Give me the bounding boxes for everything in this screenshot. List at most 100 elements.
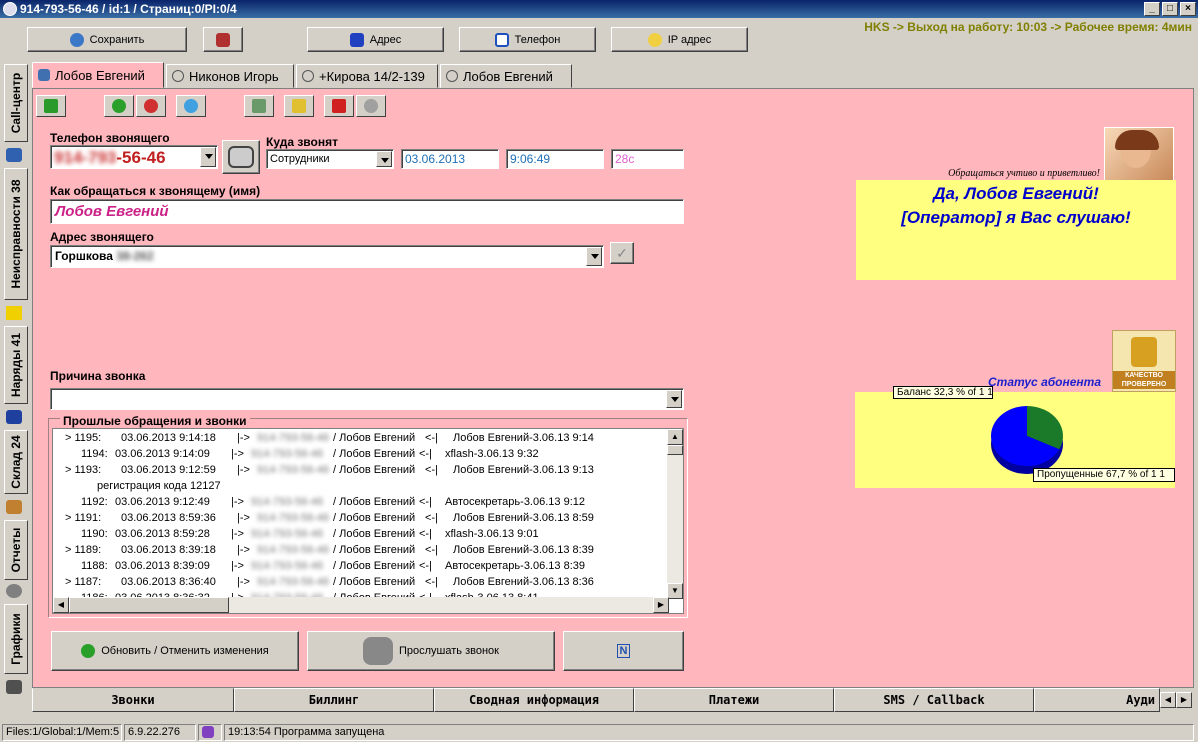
chevron-down-icon[interactable] — [200, 147, 216, 167]
greeting-line2: [Оператор] я Вас слушаю! — [901, 208, 1131, 227]
status-icon — [202, 726, 214, 738]
history-row[interactable]: > 1191: 03.06.2013 8:59:36 |-> 914-793-56-4… — [53, 511, 671, 527]
minimize-button[interactable]: _ — [1144, 2, 1160, 16]
scroll-down-icon[interactable]: ▼ — [667, 583, 683, 599]
history-end: <-| — [419, 528, 432, 540]
scroll-right-icon[interactable]: ▶ — [653, 597, 669, 613]
up-button[interactable] — [324, 95, 354, 117]
comment-button[interactable] — [176, 95, 206, 117]
lightbulb-icon — [647, 32, 662, 47]
history-arrow: |-> — [231, 496, 244, 508]
scroll-thumb[interactable] — [667, 445, 683, 455]
history-arrow: |-> — [237, 544, 250, 556]
confirm-address-button[interactable]: ✓ — [610, 242, 634, 264]
history-row[interactable]: 1194: 03.06.2013 9:14:09 |-> 914-793-56-46 /… — [53, 447, 671, 463]
history-prefix: 1188: — [81, 560, 108, 572]
tab-call-3[interactable]: +Кирова 14/2-139 — [296, 64, 438, 88]
history-note: Лобов Евгений-3.06.13 8:36 — [453, 576, 594, 588]
key-button[interactable] — [284, 95, 314, 117]
history-note: xflash-3.06.13 9:01 — [445, 528, 539, 540]
listen-call-button[interactable]: Прослушать звонок — [307, 631, 555, 671]
gear-icon — [364, 99, 378, 113]
hscroll-thumb[interactable] — [69, 597, 229, 613]
tab-sms-callback[interactable]: SMS / Callback — [834, 688, 1034, 712]
operator-photo — [1104, 127, 1174, 182]
tab-payments[interactable]: Платежи — [634, 688, 834, 712]
reason-select[interactable] — [50, 388, 684, 410]
call-duration-field[interactable]: 28c — [611, 149, 684, 169]
maximize-button[interactable]: □ — [1162, 2, 1178, 16]
add-button[interactable] — [104, 95, 134, 117]
tab-call-1[interactable]: Лобов Евгений — [32, 62, 164, 88]
tab-audio[interactable]: Ауди — [1034, 688, 1160, 712]
n-button[interactable]: N — [563, 631, 684, 671]
tab-calls[interactable]: Звонки — [32, 688, 234, 712]
save-button[interactable]: Сохранить — [27, 27, 187, 52]
close-button[interactable]: × — [1180, 2, 1196, 16]
caller-phone-field[interactable]: 914-793-56-46 — [50, 145, 218, 169]
scroll-up-icon[interactable]: ▲ — [667, 429, 683, 445]
phone-button[interactable]: Телефон — [459, 27, 596, 52]
history-tree[interactable]: > 1195: 03.06.2013 9:14:18 |-> 914-793-56-4… — [52, 428, 684, 614]
history-end: <-| — [419, 496, 432, 508]
refresh-button[interactable]: Обновить / Отменить изменения — [51, 631, 299, 671]
history-row[interactable]: > 1187: 03.06.2013 8:36:40 |-> 914-793-56-4… — [53, 575, 671, 591]
tab-call-2[interactable]: Никонов Игорь — [166, 64, 294, 88]
horizontal-scrollbar[interactable]: ◀ ▶ — [53, 597, 669, 613]
phone-icon — [494, 32, 509, 47]
history-row[interactable]: > 1189: 03.06.2013 8:39:18 |-> 914-793-56-4… — [53, 543, 671, 559]
vertical-scrollbar[interactable]: ▲ ▼ — [667, 429, 683, 599]
tabs-scroll-right-icon[interactable]: ▶ — [1176, 692, 1192, 708]
side-tabs: Call-центр Неисправности 38 Наряды 41 Ск… — [2, 64, 28, 704]
side-tab-reports[interactable]: Отчеты — [4, 520, 28, 580]
download-button[interactable] — [36, 95, 66, 117]
side-tab-faults[interactable]: Неисправности 38 — [4, 168, 28, 300]
scroll-left-icon[interactable]: ◀ — [53, 597, 69, 613]
address-button[interactable]: Адрес — [307, 27, 444, 52]
comment-icon — [184, 99, 198, 113]
history-row[interactable]: > 1193: 03.06.2013 9:12:59 |-> 914-793-56-4… — [53, 463, 671, 479]
destination-select[interactable]: Сотрудники — [266, 149, 394, 169]
side-tab-warehouse[interactable]: Склад 24 — [4, 430, 28, 494]
dial-button[interactable] — [222, 140, 260, 174]
arrow-down-icon — [44, 99, 58, 113]
history-note: Лобов Евгений-3.06.13 8:59 — [453, 512, 594, 524]
delete-button[interactable] — [136, 95, 166, 117]
history-row[interactable]: > 1195: 03.06.2013 9:14:18 |-> 914-793-56-4… — [53, 431, 671, 447]
ip-address-button[interactable]: IP адрес — [611, 27, 748, 52]
settings-button[interactable] — [356, 95, 386, 117]
history-row[interactable]: 1188: 03.06.2013 8:39:09 |-> 914-793-56-46 /… — [53, 559, 671, 575]
tools-button[interactable] — [203, 27, 243, 52]
side-tab-charts[interactable]: Графики — [4, 604, 28, 674]
tabs-scroll-left-icon[interactable]: ◀ — [1160, 692, 1176, 708]
call-date-field[interactable]: 03.06.2013 — [401, 149, 499, 169]
money-button[interactable] — [244, 95, 274, 117]
caller-name-field[interactable]: Лобов Евгений — [50, 199, 684, 224]
reason-label: Причина звонка — [50, 369, 146, 383]
tab-call-4[interactable]: Лобов Евгений — [440, 64, 572, 88]
call-time-field[interactable]: 9:06:49 — [506, 149, 604, 169]
side-tab-callcenter[interactable]: Call-центр — [4, 64, 28, 142]
history-arrow: |-> — [231, 448, 244, 460]
history-date: 03.06.2013 8:39:09 — [115, 560, 210, 572]
history-row[interactable]: регистрация кода 12127 — [53, 479, 671, 495]
history-date: 03.06.2013 8:59:36 — [121, 512, 216, 524]
history-arrow: |-> — [231, 560, 244, 572]
chevron-down-icon[interactable] — [376, 151, 392, 167]
history-phone: 914-793-56-46 — [257, 512, 330, 524]
side-tab-orders[interactable]: Наряды 41 — [4, 326, 28, 404]
call-icon — [302, 70, 314, 82]
name-label: Как обращаться к звонящему (имя) — [50, 184, 261, 198]
history-row[interactable]: 1190: 03.06.2013 8:59:28 |-> 914-793-56-46 /… — [53, 527, 671, 543]
status-message: 19:13:54 Программа запущена — [224, 724, 1194, 741]
tab-billing[interactable]: Биллинг — [234, 688, 434, 712]
tab-summary[interactable]: Сводная информация — [434, 688, 634, 712]
chevron-down-icon[interactable] — [666, 390, 682, 408]
subscriber-status-label: Статус абонента — [988, 375, 1102, 389]
caller-address-select[interactable]: Горшкова 38-262 — [50, 245, 604, 268]
charts-icon — [6, 680, 22, 694]
history-arrow: |-> — [237, 512, 250, 524]
subscriber-status-chart: Баланс 32,3 % of 1 195 Пропущенные 67,7 … — [855, 386, 1175, 488]
history-row[interactable]: 1192: 03.06.2013 9:12:49 |-> 914-793-56-46 /… — [53, 495, 671, 511]
chevron-down-icon[interactable] — [586, 247, 602, 266]
